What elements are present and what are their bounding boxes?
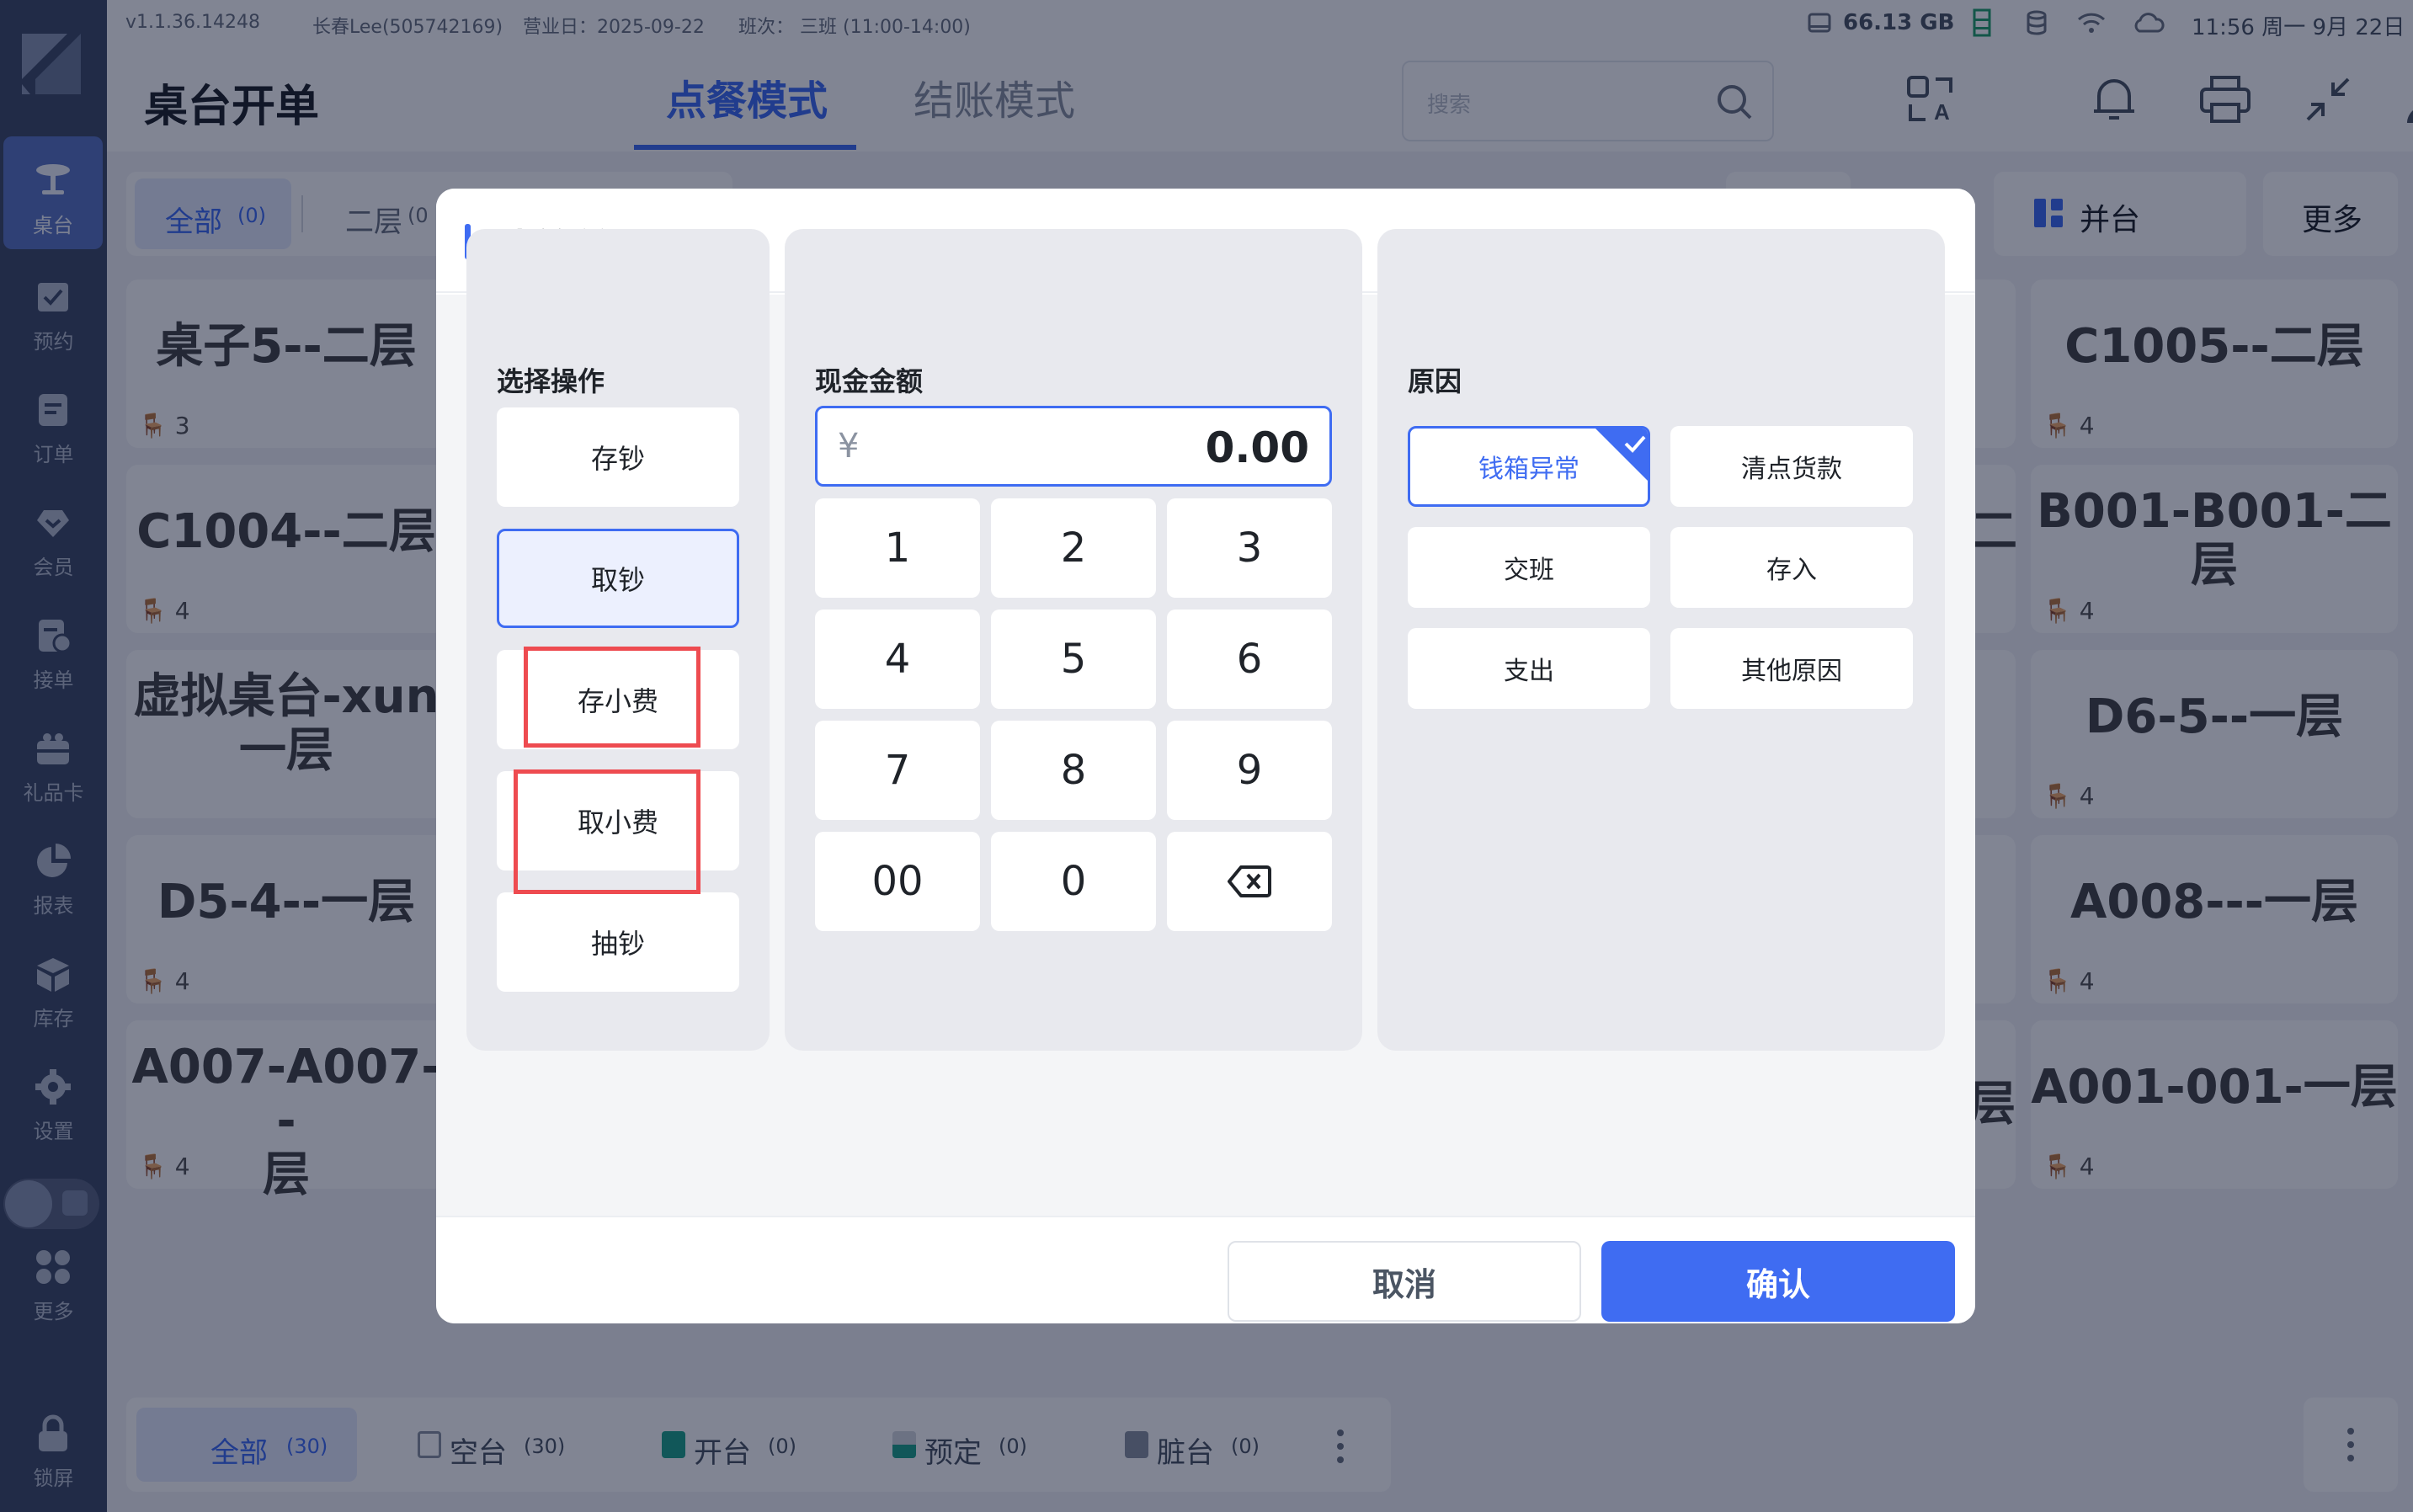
reason-title: 原因	[1408, 365, 1462, 397]
reason-label: 存入	[1766, 556, 1817, 585]
reason-label: 其他原因	[1741, 657, 1842, 686]
backspace-icon	[1228, 865, 1271, 898]
dialog-footer: 取消 确认	[436, 1216, 1975, 1323]
reason-count-payment[interactable]: 清点货款	[1670, 426, 1913, 507]
key-9[interactable]: 9	[1167, 721, 1332, 820]
reason-expense[interactable]: 支出	[1408, 628, 1650, 709]
key-0[interactable]: 0	[991, 832, 1156, 931]
op-deposit-cash[interactable]: 存钞	[497, 407, 739, 507]
key-2[interactable]: 2	[991, 498, 1156, 598]
reason-label: 交班	[1504, 556, 1554, 585]
key-3[interactable]: 3	[1167, 498, 1332, 598]
op-withdraw-cash[interactable]: 取钞	[497, 529, 739, 628]
confirm-label: 确认	[1745, 1265, 1810, 1303]
op-label: 取钞	[590, 564, 645, 596]
highlight-box	[524, 647, 700, 748]
currency-symbol: ¥	[838, 427, 860, 466]
reason-label: 支出	[1504, 657, 1554, 686]
key-4[interactable]: 4	[815, 610, 980, 709]
reason-label: 清点货款	[1741, 455, 1842, 484]
amount-value: 0.00	[1205, 423, 1309, 472]
op-label: 存钞	[590, 443, 645, 475]
cancel-button[interactable]: 取消	[1228, 1241, 1581, 1322]
key-8[interactable]: 8	[991, 721, 1156, 820]
reason-other[interactable]: 其他原因	[1670, 628, 1913, 709]
highlight-box	[514, 769, 700, 894]
amount-input[interactable]: ¥ 0.00	[815, 406, 1332, 487]
key-1[interactable]: 1	[815, 498, 980, 598]
key-00[interactable]: 00	[815, 832, 980, 931]
reason-shift-handover[interactable]: 交班	[1408, 527, 1650, 608]
confirm-button[interactable]: 确认	[1601, 1241, 1955, 1322]
key-5[interactable]: 5	[991, 610, 1156, 709]
key-backspace[interactable]	[1167, 832, 1332, 931]
key-6[interactable]: 6	[1167, 610, 1332, 709]
amount-title: 现金金额	[815, 365, 924, 397]
reason-cashbox-error[interactable]: 钱箱异常	[1408, 426, 1650, 507]
op-label: 抽钞	[590, 928, 645, 960]
selected-check-icon	[1594, 429, 1648, 482]
key-7[interactable]: 7	[815, 721, 980, 820]
op-skim-cash[interactable]: 抽钞	[497, 892, 739, 992]
operation-title: 选择操作	[497, 365, 605, 397]
reason-label: 钱箱异常	[1478, 455, 1579, 484]
cancel-label: 取消	[1372, 1265, 1436, 1303]
reason-deposit[interactable]: 存入	[1670, 527, 1913, 608]
